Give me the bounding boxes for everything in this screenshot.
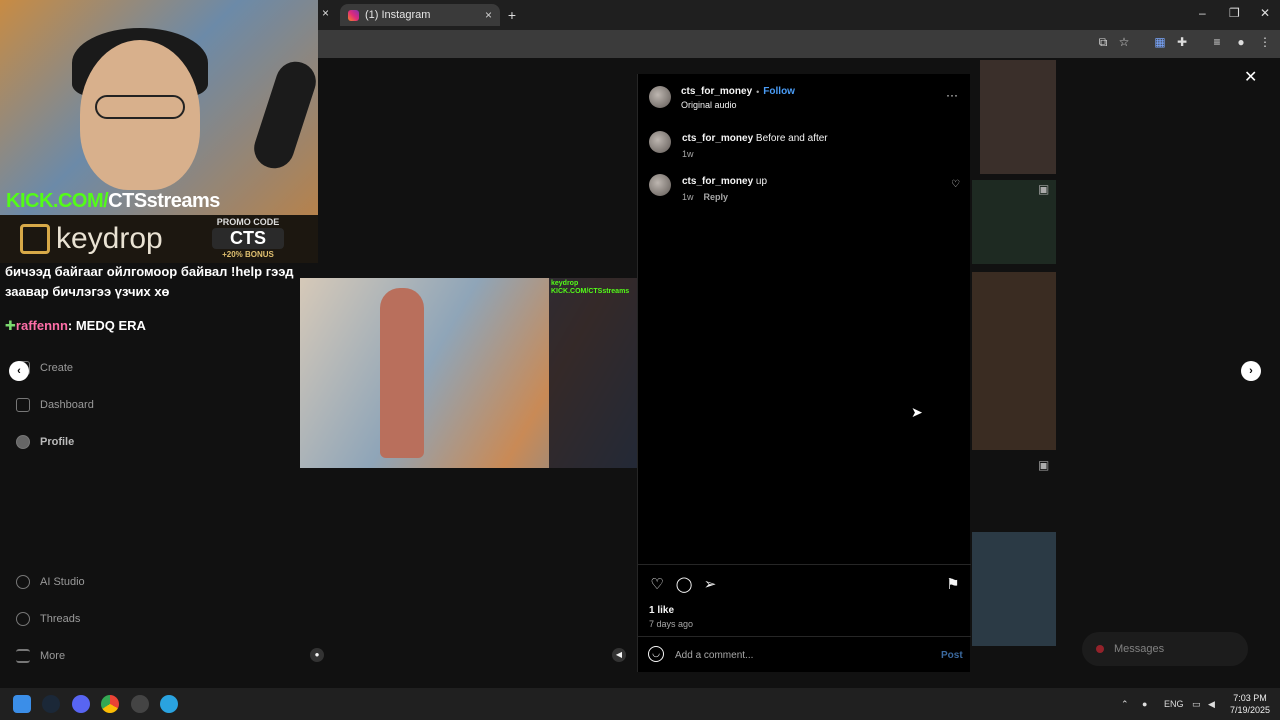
threads-icon <box>16 612 30 626</box>
sidebar-item-dashboard[interactable]: Dashboard <box>16 398 94 412</box>
comment-like-heart-icon[interactable]: ♡ <box>951 179 960 190</box>
tray-chevron-up-icon[interactable]: ⌃ <box>1121 699 1129 710</box>
restore-button[interactable]: ❐ <box>1229 6 1240 20</box>
messages-pill[interactable]: Messages <box>1082 632 1248 666</box>
streamer-webcam <box>0 0 318 215</box>
promo-code-box: PROMO CODE CTS +20% BONUS <box>212 217 284 263</box>
discord-icon[interactable] <box>72 695 90 713</box>
comment-meta: 1w Reply <box>682 192 729 202</box>
app-icon[interactable] <box>131 695 149 713</box>
reel-icon: ▣ <box>1038 458 1050 472</box>
mouse-cursor-icon: ➤ <box>911 404 923 420</box>
comment-avatar[interactable] <box>649 174 671 196</box>
divider <box>638 564 971 565</box>
install-app-icon[interactable]: ⧉ <box>1095 35 1111 50</box>
notification-dot-icon <box>1096 645 1104 653</box>
ai-studio-icon <box>16 575 30 589</box>
chrome-icon[interactable] <box>101 695 119 713</box>
post-date: 7 days ago <box>649 619 694 629</box>
profile-avatar-icon <box>16 435 30 449</box>
tag-user-icon[interactable]: ● <box>310 648 324 662</box>
save-bookmark-icon[interactable]: ⚑ <box>944 576 962 594</box>
post-header: cts_for_money • Follow <box>681 86 795 97</box>
reply-button[interactable]: Reply <box>704 192 729 202</box>
sidebar-item-more[interactable]: More <box>16 649 65 663</box>
keydrop-logo: keydrop <box>20 222 163 256</box>
windows-taskbar <box>0 688 1280 720</box>
previous-post-button[interactable]: ‹ <box>9 361 29 381</box>
reel-icon: ▣ <box>1038 182 1050 196</box>
telegram-icon[interactable] <box>160 695 178 713</box>
post-comment-button[interactable]: Post <box>941 650 963 661</box>
video-chat-overlay: keydrop KICK.COM/CTSstreams <box>549 278 637 468</box>
language-indicator[interactable]: ENG <box>1164 699 1184 709</box>
comment-item: cts_for_money up <box>682 176 768 187</box>
dashboard-icon <box>16 398 30 412</box>
emoji-icon[interactable]: ◡ <box>648 646 664 662</box>
author-username[interactable]: cts_for_money <box>681 86 752 97</box>
stream-chat-line: ✚raffennn: MEDQ ERA <box>5 318 146 333</box>
sidebar-item-ai-studio[interactable]: AI Studio <box>16 575 85 589</box>
extensions-puzzle-icon[interactable]: ✚ <box>1174 35 1190 49</box>
more-options-icon[interactable]: ··· <box>946 88 958 102</box>
like-heart-icon[interactable]: ♡ <box>648 576 666 594</box>
comment-bubble-icon[interactable]: ◯ <box>675 576 693 594</box>
reel-video[interactable]: keydrop KICK.COM/CTSstreams <box>300 278 637 468</box>
comment-input[interactable]: Add a comment... <box>675 650 753 661</box>
profile-avatar-icon[interactable]: ● <box>1233 35 1249 49</box>
author-avatar[interactable] <box>649 86 671 108</box>
sidebar-item-threads[interactable]: Threads <box>16 612 80 626</box>
caption-time: 1w <box>682 149 694 159</box>
grid-thumbnail[interactable] <box>980 60 1056 174</box>
menu-icon <box>16 649 30 663</box>
tab-close-icon[interactable]: × <box>485 8 492 22</box>
network-icon[interactable]: ▭ <box>1192 699 1201 710</box>
windows-start-icon[interactable] <box>13 695 31 713</box>
grid-thumbnail[interactable] <box>972 532 1056 646</box>
bookmark-star-icon[interactable]: ☆ <box>1116 35 1132 49</box>
close-side-panel-icon[interactable]: × <box>322 6 329 20</box>
taskbar-clock[interactable]: 7:03 PM 7/19/2025 <box>1222 692 1278 716</box>
browser-menu-icon[interactable]: ⋮ <box>1257 35 1273 49</box>
keydrop-icon <box>20 224 50 254</box>
stream-chat-message: бичээд байгааг ойлгомоор байвал !help гэ… <box>5 264 294 299</box>
post-details-panel: cts_for_money • Follow Original audio ··… <box>637 74 971 672</box>
follow-button[interactable]: Follow <box>763 86 795 97</box>
share-send-icon[interactable]: ➢ <box>701 576 719 594</box>
microphone-icon[interactable]: ● <box>1142 699 1147 709</box>
browser-tab-instagram[interactable]: (1) Instagram × <box>340 4 500 26</box>
steam-icon[interactable] <box>42 695 60 713</box>
volume-icon[interactable]: ◀ <box>1208 699 1215 710</box>
browser-toolbar <box>318 30 1280 58</box>
window-close-button[interactable]: ✕ <box>1260 6 1270 20</box>
new-tab-button[interactable]: + <box>503 6 521 24</box>
caption-avatar[interactable] <box>649 131 671 153</box>
caption: cts_for_money Before and after <box>682 133 828 144</box>
divider <box>638 636 971 637</box>
instagram-favicon-icon <box>348 9 359 21</box>
original-audio-link[interactable]: Original audio <box>681 100 737 110</box>
audio-toggle-icon[interactable]: ◀ <box>612 648 626 662</box>
extension-calendar-icon[interactable]: ▦ <box>1152 35 1168 49</box>
sidebar-item-profile[interactable]: Profile <box>16 435 74 449</box>
grid-thumbnail[interactable] <box>972 272 1056 450</box>
next-post-button[interactable]: › <box>1241 361 1261 381</box>
close-modal-icon[interactable]: ✕ <box>1244 67 1257 87</box>
minimize-button[interactable]: – <box>1199 6 1206 20</box>
media-control-icon[interactable]: ≡ <box>1209 35 1225 49</box>
tab-title: (1) Instagram <box>365 9 431 21</box>
kick-channel-overlay: KICK.COM/CTSstreams <box>6 190 220 212</box>
like-count[interactable]: 1 like <box>649 605 674 616</box>
